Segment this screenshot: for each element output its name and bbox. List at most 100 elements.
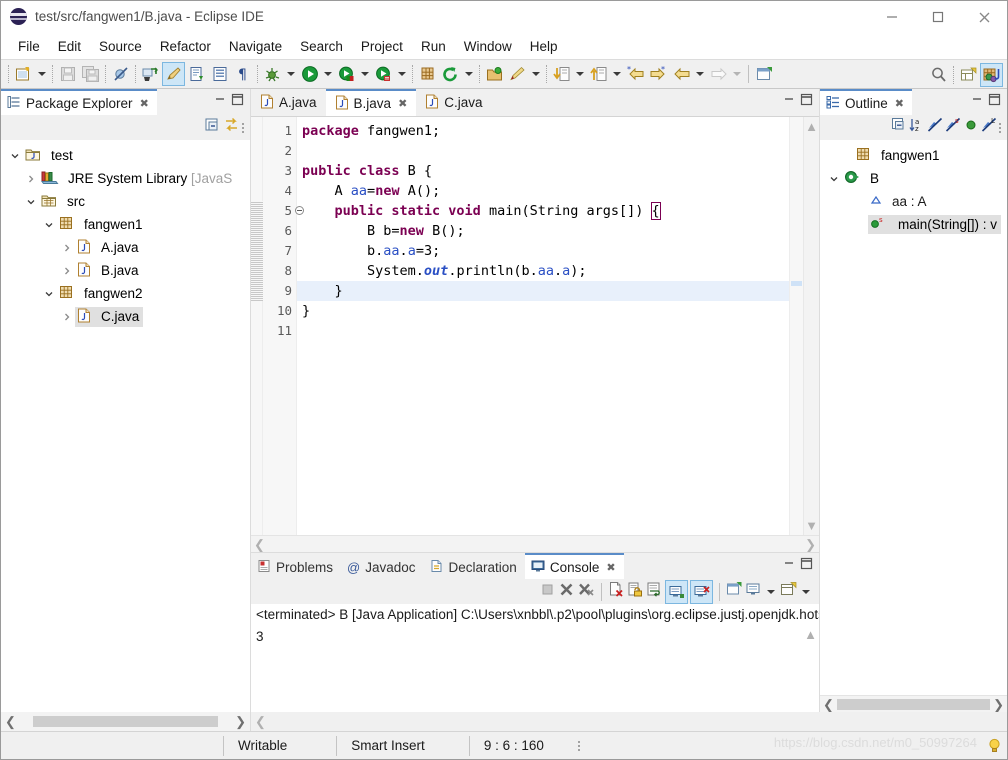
chevron-right-icon[interactable] <box>59 312 75 322</box>
tree-item-src[interactable]: src <box>1 190 250 213</box>
new-task-icon[interactable] <box>506 62 529 86</box>
tab-console[interactable]: Console ✖ <box>524 553 624 579</box>
hide-nonpublic-icon[interactable] <box>963 117 979 138</box>
menu-source[interactable]: Source <box>90 36 151 57</box>
view-menu-icon[interactable] <box>242 122 244 133</box>
new-package-icon[interactable] <box>416 62 439 86</box>
package-explorer-horizontal-scrollbar[interactable]: ❮ ❯ <box>1 712 251 731</box>
save-icon[interactable] <box>56 62 79 86</box>
hide-local-types-icon[interactable]: L <box>981 117 997 138</box>
hide-fields-icon[interactable] <box>927 117 943 138</box>
scroll-left-icon[interactable]: ❮ <box>5 715 16 728</box>
editor-vertical-scrollbar[interactable]: ▲ ▼ <box>803 117 819 535</box>
view-menu-icon[interactable] <box>999 122 1001 133</box>
show-console-on-output-icon[interactable] <box>665 579 688 604</box>
maximize-icon[interactable] <box>800 557 813 575</box>
word-wrap-icon[interactable] <box>646 581 663 603</box>
link-with-editor-icon[interactable] <box>223 117 240 139</box>
scroll-right-icon[interactable]: ❯ <box>993 698 1004 711</box>
scroll-left-icon[interactable]: ❮ <box>254 538 265 551</box>
outline-tree-body[interactable]: fangwen1 B aa: A s main(String[]): v ❮… <box>820 140 1007 712</box>
pin-editor-icon[interactable] <box>753 62 776 86</box>
close-icon[interactable]: ✖ <box>140 97 149 110</box>
chevron-down-icon[interactable] <box>41 289 57 299</box>
menu-refactor[interactable]: Refactor <box>151 36 220 57</box>
tree-item-b-java[interactable]: B.java <box>1 259 250 282</box>
collapse-all-icon[interactable] <box>204 117 221 139</box>
scroll-left-icon[interactable]: ❮ <box>823 698 834 711</box>
scroll-lock-icon[interactable] <box>627 581 644 603</box>
quick-assist-bulb-icon[interactable] <box>988 738 1001 753</box>
run-dropdown-icon[interactable] <box>321 62 335 86</box>
scrollbar-thumb[interactable] <box>836 698 991 710</box>
new-wizard-icon[interactable] <box>12 62 35 86</box>
menu-edit[interactable]: Edit <box>49 36 90 57</box>
refresh-icon[interactable] <box>439 62 462 86</box>
maximize-icon[interactable] <box>988 93 1001 111</box>
package-explorer-tree-body[interactable]: test JRE System Library [JavaS src fangw… <box>1 140 250 712</box>
editor-annotation-ruler[interactable] <box>251 117 263 535</box>
tab-problems[interactable]: Problems <box>251 553 342 579</box>
toggle-java-editor-breadcrumb-icon[interactable] <box>162 62 185 86</box>
scroll-down-icon[interactable]: ▼ <box>805 519 818 532</box>
previous-annotation-dropdown-icon[interactable] <box>610 62 624 86</box>
pin-console-icon[interactable] <box>726 581 743 603</box>
skip-breakpoints-icon[interactable] <box>109 62 132 86</box>
back-icon[interactable] <box>670 62 693 86</box>
new-window-icon[interactable] <box>957 63 980 87</box>
show-console-on-error-icon[interactable] <box>690 579 713 604</box>
editor-tab-b-java[interactable]: B.java ✖ <box>325 89 417 116</box>
save-all-icon[interactable] <box>79 62 102 86</box>
minimize-icon[interactable] <box>869 1 915 33</box>
new-wizard-dropdown-icon[interactable] <box>35 62 49 86</box>
scroll-right-icon[interactable]: ❯ <box>805 538 816 551</box>
previous-annotation-icon[interactable] <box>587 62 610 86</box>
search-icon[interactable] <box>927 63 950 87</box>
run-last-tool-icon[interactable] <box>335 62 358 86</box>
menu-project[interactable]: Project <box>352 36 412 57</box>
maximize-icon[interactable] <box>915 1 961 33</box>
forward-with-star-icon[interactable]: * <box>647 62 670 86</box>
chevron-right-icon[interactable] <box>59 266 75 276</box>
tree-item-fangwen1[interactable]: fangwen1 <box>1 213 250 236</box>
status-menu-icon[interactable] <box>577 740 580 751</box>
maximize-icon[interactable] <box>231 93 244 111</box>
chevron-down-icon[interactable] <box>7 151 23 161</box>
open-console-dropdown-icon[interactable] <box>799 580 813 604</box>
console-horizontal-scrollbar[interactable]: ❮ <box>251 712 1007 731</box>
close-icon[interactable]: ✖ <box>606 561 615 574</box>
editor-tab-c-java[interactable]: C.java <box>416 89 492 116</box>
menu-help[interactable]: Help <box>521 36 567 57</box>
debug-dropdown-icon[interactable] <box>284 62 298 86</box>
chevron-down-icon[interactable] <box>826 174 842 184</box>
menu-navigate[interactable]: Navigate <box>220 36 291 57</box>
tree-item-a-java[interactable]: A.java <box>1 236 250 259</box>
close-icon[interactable] <box>961 1 1007 33</box>
console-scroll-up-icon[interactable]: ▲ <box>804 628 817 641</box>
maximize-icon[interactable] <box>800 93 813 111</box>
refresh-dropdown-icon[interactable] <box>462 62 476 86</box>
show-whitespace-icon[interactable]: ¶ <box>231 62 254 86</box>
debug-icon[interactable] <box>261 62 284 86</box>
close-icon[interactable]: ✖ <box>895 97 904 110</box>
code-text-area[interactable]: package fangwen1; public class B { A aa=… <box>297 117 789 535</box>
minimize-icon[interactable] <box>214 93 226 111</box>
next-annotation-dropdown-icon[interactable] <box>573 62 587 86</box>
outline-item-class-b[interactable]: B <box>820 167 1007 190</box>
scroll-left-icon[interactable]: ❮ <box>255 715 266 728</box>
next-annotation-icon[interactable] <box>550 62 573 86</box>
toggle-mark-occurrences-icon[interactable] <box>139 62 162 86</box>
java-perspective-icon[interactable] <box>980 63 1003 87</box>
display-selected-console-icon[interactable] <box>745 581 762 603</box>
remove-launch-icon[interactable] <box>558 581 575 603</box>
scroll-right-icon[interactable]: ❯ <box>235 715 246 728</box>
menu-search[interactable]: Search <box>291 36 352 57</box>
sort-icon[interactable]: a z <box>909 117 925 138</box>
menu-file[interactable]: File <box>9 36 49 57</box>
new-java-class-icon[interactable] <box>185 62 208 86</box>
remove-all-terminated-icon[interactable] <box>577 581 595 603</box>
tree-item-fangwen2[interactable]: fangwen2 <box>1 282 250 305</box>
chevron-down-icon[interactable] <box>23 197 39 207</box>
forward-dropdown-icon[interactable] <box>730 62 744 86</box>
run-last-tool-dropdown-icon[interactable] <box>358 62 372 86</box>
